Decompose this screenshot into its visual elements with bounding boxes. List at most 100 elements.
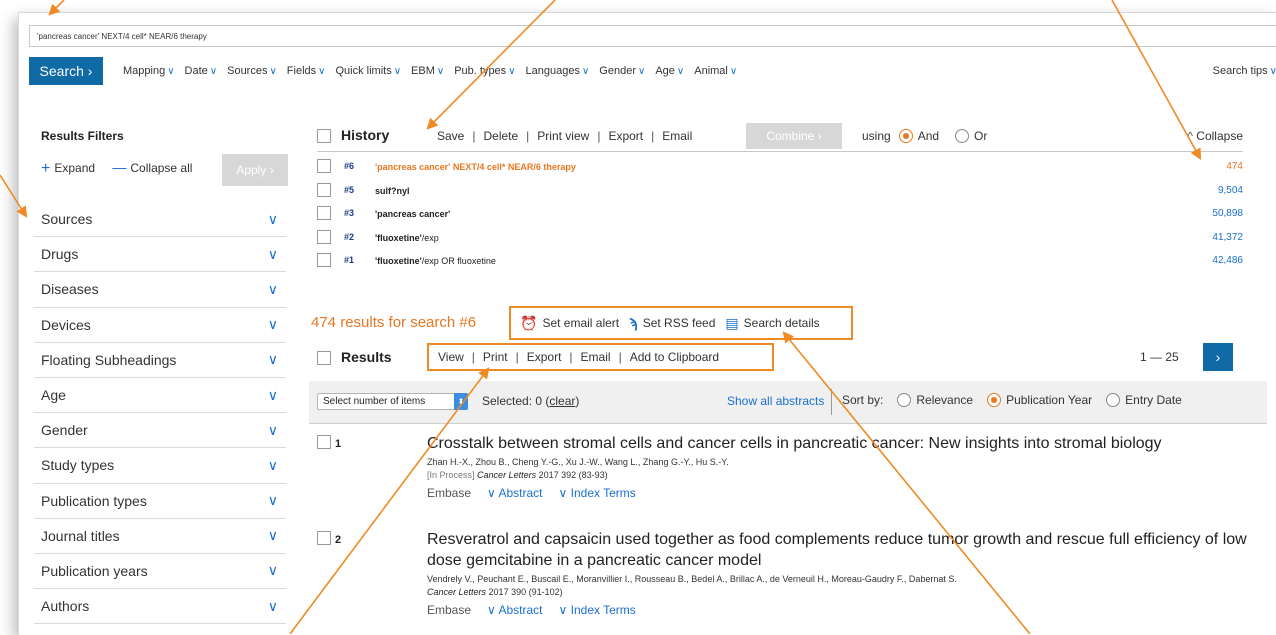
results-view-link[interactable]: View [438, 350, 464, 364]
sort-publication-year-radio[interactable] [987, 393, 1002, 407]
results-export-link[interactable]: Export [527, 350, 562, 364]
abstract-toggle[interactable]: ∨ Abstract [487, 603, 542, 617]
search-tips-label: Search tips [1212, 65, 1268, 77]
filter-publication-years[interactable]: Publication years ∨ [34, 554, 286, 590]
filter-publication-types[interactable]: Publication types ∨ [34, 484, 286, 519]
search-toolbar: Search › Mapping ∨ Date ∨ Sources ∨ Fields ∨… [19, 57, 1276, 85]
history-row-checkbox[interactable] [317, 253, 331, 267]
search-details-link[interactable]: ▤ Search details [725, 315, 819, 332]
filter-label: Floating Subheadings [41, 351, 177, 368]
index-terms-toggle[interactable]: ∨ Index Terms [559, 486, 636, 500]
search-tips-menu[interactable]: Search tips∨ [1213, 57, 1276, 86]
menu-date[interactable]: Date ∨ [185, 57, 218, 85]
results-header: Results View | Print | Export | Email | Add to C… [317, 340, 1243, 376]
chevron-down-icon: ∨ [267, 245, 278, 262]
and-radio[interactable] [898, 129, 913, 143]
plus-icon: + [41, 160, 51, 177]
history-row[interactable]: #3 'pancreas cancer' 50,898 [317, 202, 1243, 226]
filter-study-types[interactable]: Study types ∨ [34, 448, 286, 484]
history-row-count[interactable]: 42,486 [1212, 255, 1243, 266]
separator: | [472, 129, 476, 143]
set-email-alert-link[interactable]: ⏰ Set email alert [520, 315, 619, 332]
separator: | [526, 129, 530, 143]
chevron-down-icon: ∨ [487, 603, 496, 617]
result-links: Embase ∨ Abstract ∨ Index Terms [427, 603, 1257, 617]
filter-authors[interactable]: Authors ∨ [34, 589, 286, 625]
history-export-link[interactable]: Export [608, 129, 643, 143]
result-checkbox[interactable] [317, 435, 331, 449]
filter-diseases[interactable]: Diseases ∨ [34, 272, 286, 308]
history-row-query[interactable]: 'fluoxetine'/exp OR fluoxetine [375, 256, 496, 266]
history-select-all-checkbox[interactable] [317, 129, 331, 143]
collapse-all-link[interactable]: — Collapse all [98, 159, 192, 175]
result-checkbox[interactable] [317, 531, 331, 545]
menu-animal[interactable]: Animal ∨ [694, 57, 737, 85]
result-title[interactable]: Crosstalk between stromal cells and canc… [427, 433, 1257, 454]
set-rss-feed-link[interactable]: ϡ Set RSS feed [629, 315, 715, 331]
results-print-link[interactable]: Print [483, 350, 508, 364]
add-to-clipboard-link[interactable]: Add to Clipboard [630, 350, 719, 364]
or-radio[interactable] [955, 129, 970, 143]
clear-selection-link[interactable]: clear [549, 394, 575, 408]
menu-sources[interactable]: Sources ∨ [227, 57, 277, 85]
menu-quick-limits[interactable]: Quick limits ∨ [335, 57, 401, 85]
chevron-down-icon: ∨ [267, 562, 278, 579]
history-row-query[interactable]: 'pancreas cancer' NEXT/4 cell* NEAR/6 th… [375, 162, 576, 172]
menu-age[interactable]: Age ∨ [655, 57, 684, 85]
history-row-checkbox[interactable] [317, 159, 331, 173]
sort-relevance-radio[interactable] [897, 393, 912, 407]
expand-link[interactable]: + Expand [41, 160, 95, 177]
menu-pub-types[interactable]: Pub. types ∨ [454, 57, 515, 85]
history-collapse-link[interactable]: ^ Collapse [1187, 129, 1243, 143]
alarm-clock-icon: ⏰ [520, 314, 538, 331]
history-row-count[interactable]: 9,504 [1218, 185, 1243, 196]
history-row-checkbox[interactable] [317, 206, 331, 220]
results-select-all-checkbox[interactable] [317, 351, 331, 365]
history-row-count[interactable]: 41,372 [1212, 232, 1243, 243]
filter-age[interactable]: Age ∨ [34, 378, 286, 414]
history-row[interactable]: #6 'pancreas cancer' NEXT/4 cell* NEAR/6… [317, 155, 1243, 179]
history-save-link[interactable]: Save [437, 129, 464, 143]
history-row-checkbox[interactable] [317, 182, 331, 197]
search-query-input[interactable]: 'pancreas cancer' NEXT/4 cell* NEAR/6 th… [29, 25, 1276, 47]
menu-gender[interactable]: Gender ∨ [599, 57, 645, 85]
show-all-abstracts-link[interactable]: Show all abstracts [727, 394, 824, 408]
history-row-query[interactable]: 'fluoxetine'/exp [375, 233, 439, 243]
history-row[interactable]: #2 'fluoxetine'/exp 41,372 [317, 226, 1243, 250]
menu-label: Quick limits [335, 65, 392, 77]
history-row-checkbox[interactable] [317, 229, 331, 244]
history-row-query[interactable]: sulf?nyl [375, 186, 410, 196]
history-row-count[interactable]: 50,898 [1212, 208, 1243, 219]
menu-label: Animal [694, 65, 728, 77]
history-delete-link[interactable]: Delete [483, 129, 518, 143]
history-row[interactable]: #5 sulf?nyl 9,504 [317, 179, 1243, 203]
abstract-toggle[interactable]: ∨ Abstract [487, 486, 542, 500]
filter-floating-subheadings[interactable]: Floating Subheadings ∨ [34, 343, 286, 378]
select-number-of-items-dropdown[interactable]: Select number of items ⬍ [317, 393, 468, 410]
filter-devices[interactable]: Devices ∨ [34, 308, 286, 343]
result-title[interactable]: Resveratrol and capsaicin used together … [427, 529, 1257, 571]
results-email-link[interactable]: Email [581, 350, 611, 364]
filters-expand-row: + Expand — Collapse all [41, 159, 192, 178]
filter-journal-titles[interactable]: Journal titles ∨ [34, 519, 286, 554]
history-row-query[interactable]: 'pancreas cancer' [375, 209, 450, 219]
history-print-view-link[interactable]: Print view [537, 129, 589, 143]
menu-ebm[interactable]: EBM ∨ [411, 57, 444, 85]
menu-languages[interactable]: Languages ∨ [526, 57, 590, 85]
index-terms-toggle[interactable]: ∨ Index Terms [559, 603, 636, 617]
apply-button[interactable]: Apply › [222, 154, 288, 186]
history-row-count[interactable]: 474 [1226, 161, 1243, 172]
menu-mapping[interactable]: Mapping ∨ [123, 57, 175, 85]
filter-drugs[interactable]: Drugs ∨ [34, 237, 286, 273]
filter-gender[interactable]: Gender ∨ [34, 413, 286, 449]
combine-button[interactable]: Combine › [746, 123, 842, 149]
search-button[interactable]: Search › [29, 57, 103, 85]
filter-label: Journal titles [41, 527, 120, 544]
menu-fields[interactable]: Fields ∨ [287, 57, 326, 85]
history-row[interactable]: #1 'fluoxetine'/exp OR fluoxetine 42,486 [317, 249, 1243, 273]
minus-icon: — [112, 159, 127, 175]
sort-entry-date-radio[interactable] [1106, 393, 1121, 407]
filter-sources[interactable]: Sources ∨ [34, 202, 286, 238]
next-page-button[interactable]: › [1203, 343, 1233, 371]
history-email-link[interactable]: Email [662, 129, 692, 143]
